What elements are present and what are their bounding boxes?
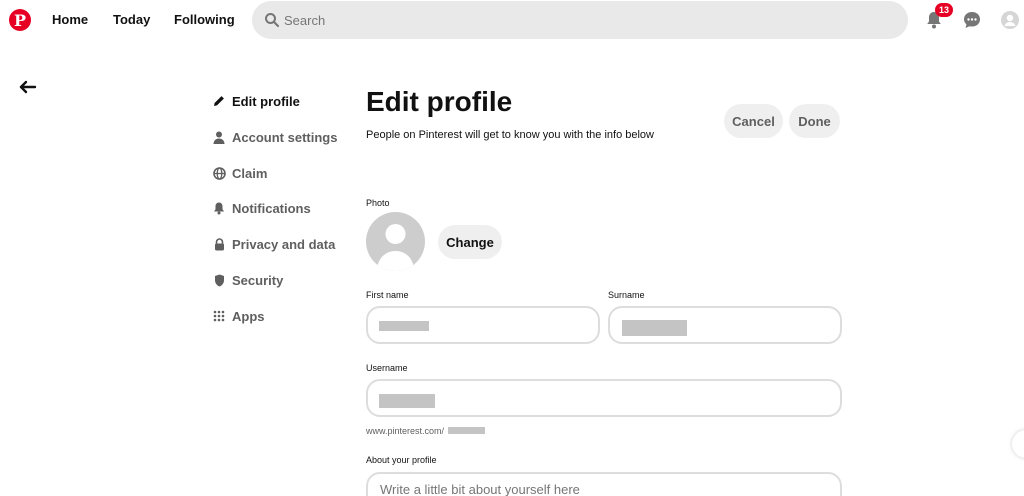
profile-avatar-icon[interactable] bbox=[998, 8, 1022, 32]
bell-icon bbox=[212, 201, 226, 215]
first-name-label: First name bbox=[366, 290, 409, 300]
photo-label: Photo bbox=[366, 198, 390, 208]
shield-icon bbox=[212, 273, 226, 287]
person-icon bbox=[212, 130, 226, 144]
search-bar[interactable] bbox=[252, 1, 908, 39]
sidebar-item-security[interactable]: Security bbox=[212, 270, 283, 290]
notification-count-badge: 13 bbox=[935, 3, 953, 17]
about-profile-textarea[interactable]: Write a little bit about yourself here bbox=[366, 472, 842, 496]
sidebar-item-apps[interactable]: Apps bbox=[212, 306, 265, 326]
sidebar-item-label: Edit profile bbox=[232, 93, 300, 109]
redacted-value bbox=[379, 394, 435, 408]
profile-photo-avatar bbox=[366, 212, 425, 271]
sidebar-item-label: Apps bbox=[232, 308, 265, 324]
sidebar-item-account-settings[interactable]: Account settings bbox=[212, 127, 337, 147]
username-label: Username bbox=[366, 363, 408, 373]
cancel-button[interactable]: Cancel bbox=[724, 104, 783, 138]
username-field[interactable] bbox=[366, 379, 842, 417]
back-arrow-icon[interactable] bbox=[18, 78, 38, 96]
page-title: Edit profile bbox=[366, 86, 513, 117]
profile-url-hint: www.pinterest.com/ bbox=[366, 426, 445, 436]
messages-icon[interactable] bbox=[960, 8, 984, 32]
change-photo-button[interactable]: Change bbox=[438, 225, 502, 259]
done-button[interactable]: Done bbox=[789, 104, 840, 138]
redacted-value bbox=[622, 320, 687, 336]
help-bubble[interactable] bbox=[1012, 430, 1024, 458]
sidebar-item-claim[interactable]: Claim bbox=[212, 163, 267, 183]
about-label: About your profile bbox=[366, 455, 437, 465]
globe-icon bbox=[212, 166, 226, 180]
nav-today-link[interactable]: Today bbox=[113, 12, 150, 27]
first-name-field[interactable] bbox=[366, 306, 600, 344]
redacted-username bbox=[448, 427, 485, 434]
pinterest-logo-icon[interactable]: P bbox=[9, 9, 31, 31]
lock-icon bbox=[212, 237, 226, 251]
sidebar-item-edit-profile[interactable]: Edit profile bbox=[212, 91, 300, 111]
sidebar-item-privacy-and-data[interactable]: Privacy and data bbox=[212, 234, 335, 254]
redacted-value bbox=[379, 321, 429, 331]
search-input[interactable] bbox=[284, 12, 844, 28]
grid-icon bbox=[212, 309, 226, 323]
sidebar-item-label: Claim bbox=[232, 165, 268, 181]
page-subtitle: People on Pinterest will get to know you… bbox=[366, 129, 654, 141]
pencil-icon bbox=[212, 94, 226, 108]
sidebar-item-label: Account settings bbox=[232, 129, 338, 145]
surname-field[interactable] bbox=[608, 306, 842, 344]
nav-home-link[interactable]: Home bbox=[52, 12, 88, 27]
top-navigation: P Home Today Following 13 bbox=[0, 0, 1024, 40]
sidebar-item-notifications[interactable]: Notifications bbox=[212, 198, 311, 218]
sidebar-item-label: Notifications bbox=[232, 200, 311, 216]
sidebar-item-label: Security bbox=[232, 272, 284, 288]
search-icon bbox=[264, 12, 280, 28]
default-avatar-icon bbox=[377, 224, 414, 271]
nav-following-link[interactable]: Following bbox=[174, 12, 235, 27]
svg-text:P: P bbox=[14, 11, 26, 30]
surname-label: Surname bbox=[608, 290, 645, 300]
sidebar-item-label: Privacy and data bbox=[232, 236, 336, 252]
